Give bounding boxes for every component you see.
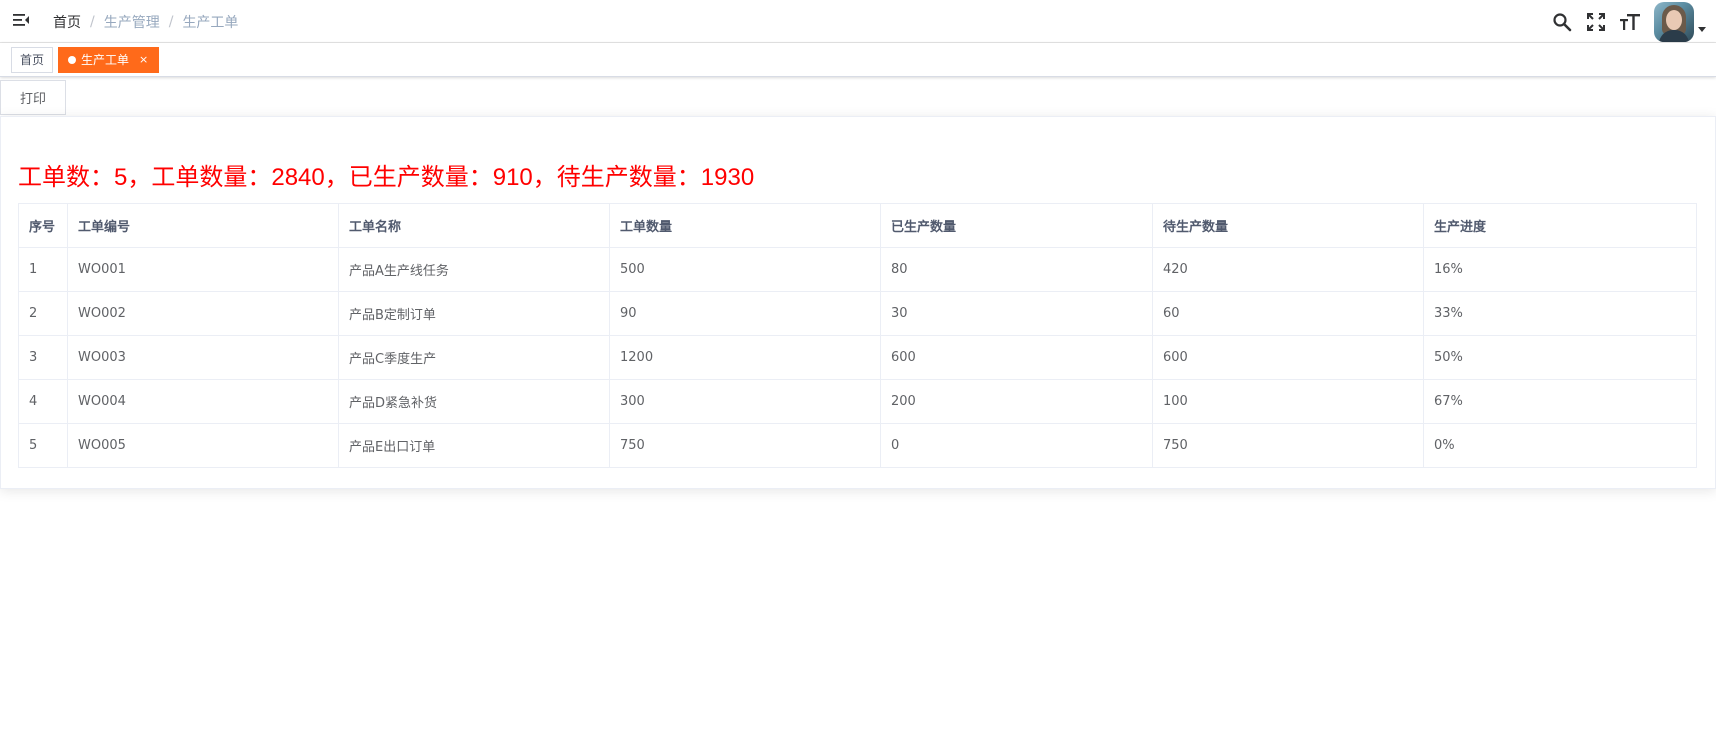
- cell-order-qty: 300: [609, 379, 881, 424]
- breadcrumb-separator: /: [168, 14, 174, 30]
- user-avatar-dropdown[interactable]: [1654, 0, 1706, 43]
- cell-order-name: 产品E出口订单: [338, 423, 610, 468]
- column-header-progress: 生产进度: [1423, 203, 1697, 248]
- table-row: 4 WO004 产品D紧急补货 300 200 100 67%: [18, 379, 1697, 424]
- cell-order-qty: 750: [609, 423, 881, 468]
- column-header-index: 序号: [18, 203, 68, 248]
- cell-order-qty: 90: [609, 291, 881, 336]
- cell-pending-qty: 100: [1152, 379, 1424, 424]
- cell-produced-qty: 30: [880, 291, 1153, 336]
- column-header-pending-qty: 待生产数量: [1152, 203, 1424, 248]
- cell-index: 1: [18, 247, 68, 292]
- cell-pending-qty: 600: [1152, 335, 1424, 380]
- cell-order-no: WO001: [67, 247, 339, 292]
- column-header-order-no: 工单编号: [67, 203, 339, 248]
- right-menu: [1545, 0, 1716, 43]
- table-header-row: 序号 工单编号 工单名称 工单数量 已生产数量 待生产数量 生产进度: [18, 203, 1697, 248]
- hamburger-icon[interactable]: [12, 11, 30, 29]
- cell-order-name: 产品D紧急补货: [338, 379, 610, 424]
- breadcrumb: 首页 / 生产管理 / 生产工单: [53, 12, 238, 32]
- fullscreen-icon[interactable]: [1579, 0, 1613, 43]
- table-row: 3 WO003 产品C季度生产 1200 600 600 50%: [18, 335, 1697, 380]
- cell-produced-qty: 200: [880, 379, 1153, 424]
- tag-label: 生产工单: [81, 53, 130, 67]
- cell-order-name: 产品B定制订单: [338, 291, 610, 336]
- font-size-icon[interactable]: [1613, 0, 1647, 43]
- cell-index: 3: [18, 335, 68, 380]
- table-row: 5 WO005 产品E出口订单 750 0 750 0%: [18, 423, 1697, 468]
- breadcrumb-work-order: 生产工单: [182, 15, 239, 31]
- tag-home[interactable]: 首页: [11, 47, 54, 73]
- cell-index: 4: [18, 379, 68, 424]
- navbar: 首页 / 生产管理 / 生产工单: [0, 0, 1716, 43]
- cell-progress: 0%: [1423, 423, 1697, 468]
- close-icon[interactable]: ×: [139, 48, 148, 72]
- cell-order-qty: 1200: [609, 335, 881, 380]
- cell-pending-qty: 60: [1152, 291, 1424, 336]
- table-row: 2 WO002 产品B定制订单 90 30 60 33%: [18, 291, 1697, 336]
- work-order-table: 序号 工单编号 工单名称 工单数量 已生产数量 待生产数量 生产进度 1 WO0…: [18, 203, 1697, 468]
- column-header-order-name: 工单名称: [338, 203, 610, 248]
- tags-view: 首页 生产工单 ×: [0, 43, 1716, 77]
- cell-order-no: WO005: [67, 423, 339, 468]
- breadcrumb-separator: /: [90, 14, 95, 30]
- caret-down-icon: [1698, 27, 1706, 32]
- column-header-produced-qty: 已生产数量: [880, 203, 1153, 248]
- cell-index: 2: [18, 291, 68, 336]
- cell-order-no: WO003: [67, 335, 339, 380]
- cell-produced-qty: 0: [880, 423, 1153, 468]
- content-card: 工单数：5，工单数量：2840，已生产数量：910，待生产数量：1930 序号 …: [0, 116, 1716, 489]
- cell-produced-qty: 80: [880, 247, 1153, 292]
- tag-work-order[interactable]: 生产工单 ×: [58, 47, 160, 73]
- cell-pending-qty: 420: [1152, 247, 1424, 292]
- cell-progress: 33%: [1423, 291, 1697, 336]
- breadcrumb-home[interactable]: 首页: [53, 12, 81, 32]
- avatar[interactable]: [1654, 1, 1694, 42]
- cell-order-qty: 500: [609, 247, 881, 292]
- cell-pending-qty: 750: [1152, 423, 1424, 468]
- cell-index: 5: [18, 423, 68, 468]
- table-row: 1 WO001 产品A生产线任务 500 80 420 16%: [18, 247, 1697, 292]
- cell-progress: 67%: [1423, 379, 1697, 424]
- cell-order-no: WO004: [67, 379, 339, 424]
- summary-text: 工单数：5，工单数量：2840，已生产数量：910，待生产数量：1930: [18, 164, 755, 191]
- print-button[interactable]: 打印: [0, 80, 66, 115]
- active-dot-icon: [68, 56, 76, 64]
- cell-progress: 16%: [1423, 247, 1697, 292]
- column-header-order-qty: 工单数量: [609, 203, 881, 248]
- cell-progress: 50%: [1423, 335, 1697, 380]
- breadcrumb-production-management: 生产管理: [103, 15, 160, 31]
- cell-order-name: 产品A生产线任务: [338, 247, 610, 292]
- cell-order-name: 产品C季度生产: [338, 335, 610, 380]
- cell-produced-qty: 600: [880, 335, 1153, 380]
- cell-order-no: WO002: [67, 291, 339, 336]
- search-icon[interactable]: [1545, 0, 1579, 43]
